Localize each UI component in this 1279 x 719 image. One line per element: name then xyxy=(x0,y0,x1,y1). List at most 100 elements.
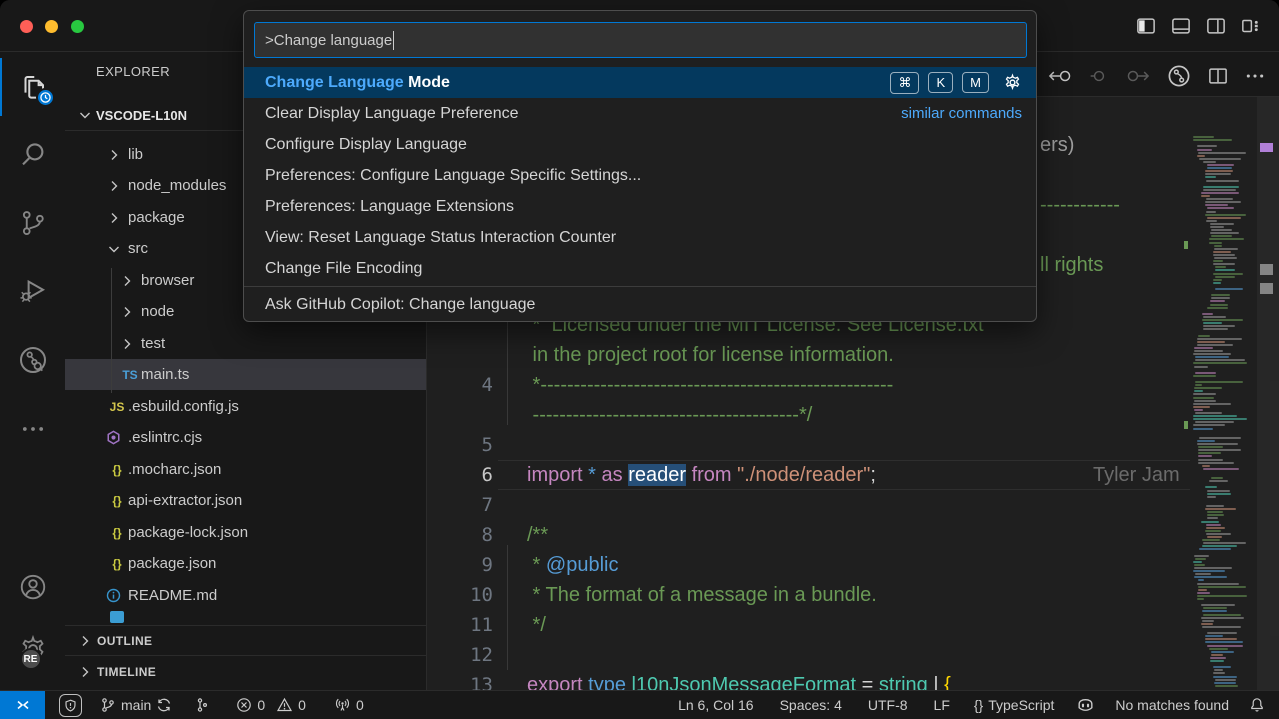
split-editor-icon[interactable] xyxy=(1207,66,1229,86)
command-item-0[interactable]: Change Language Mode⌘KM xyxy=(244,67,1036,98)
activity-manage-icon[interactable]: RE xyxy=(0,617,65,681)
navigate-indicator-icon[interactable] xyxy=(1089,67,1109,85)
tree-file-api-extractor.json[interactable]: {}api-extractor.json xyxy=(65,485,427,516)
activity-source-control-icon[interactable] xyxy=(0,191,65,255)
typescript-file-icon: TS xyxy=(119,368,141,382)
clock-badge-icon xyxy=(36,88,55,107)
toggle-panel-icon[interactable] xyxy=(1171,16,1191,36)
activity-gitlens-icon[interactable] xyxy=(0,328,65,392)
command-item-2[interactable]: Configure Display Language xyxy=(244,129,1036,160)
close-button[interactable] xyxy=(20,20,33,33)
minimap-line xyxy=(1211,477,1223,479)
minimap-line xyxy=(1215,269,1235,271)
minimap-line xyxy=(1214,245,1222,247)
tree-item-label: node_modules xyxy=(128,177,226,194)
tree-file-.mocharc.json[interactable]: {}.mocharc.json xyxy=(65,454,427,485)
command-item-1[interactable]: Clear Display Language Preferencesimilar… xyxy=(244,98,1036,129)
activity-explorer-icon[interactable] xyxy=(0,55,65,119)
indentation-status[interactable]: Spaces: 4 xyxy=(774,691,848,719)
timeline-section-header[interactable]: TIMELINE xyxy=(65,655,427,687)
more-actions-icon[interactable] xyxy=(1245,67,1265,85)
traffic-lights xyxy=(20,20,92,38)
overview-ruler[interactable] xyxy=(1257,97,1279,690)
tree-folder-test[interactable]: test xyxy=(65,328,427,359)
minimap-line xyxy=(1202,313,1213,315)
problems-item[interactable]: 0 0 xyxy=(230,691,312,719)
line-number-6: 6 xyxy=(427,460,493,490)
minimap-line xyxy=(1194,409,1203,411)
navigate-forward-icon[interactable] xyxy=(1125,67,1151,85)
outline-section-header[interactable]: OUTLINE xyxy=(65,625,427,655)
encoding-status[interactable]: UTF-8 xyxy=(862,691,914,719)
overview-ruler-marker xyxy=(1260,283,1273,294)
minimap-line xyxy=(1207,645,1243,647)
command-item-5[interactable]: View: Reset Language Status Interaction … xyxy=(244,222,1036,253)
cursor-position[interactable]: Ln 6, Col 16 xyxy=(672,691,760,719)
minimap-line xyxy=(1213,282,1221,284)
minimap-line xyxy=(1193,375,1216,377)
minimap-line xyxy=(1214,682,1236,684)
zoom-button[interactable] xyxy=(71,20,84,33)
minimap-line xyxy=(1205,176,1216,178)
tree-file-main.ts[interactable]: TSmain.ts xyxy=(65,359,427,390)
tree-item-label: .esbuild.config.js xyxy=(128,398,239,415)
command-item-4[interactable]: Preferences: Language Extensions xyxy=(244,191,1036,222)
customize-layout-icon[interactable] xyxy=(1241,16,1263,36)
json-file-icon: {} xyxy=(106,494,128,508)
similar-commands-link[interactable]: similar commands xyxy=(901,105,1022,122)
tree-file-.eslintrc.cjs[interactable]: .eslintrc.cjs xyxy=(65,422,427,453)
command-input[interactable]: >Change language xyxy=(254,22,1027,58)
code-token: ers) xyxy=(1040,134,1074,156)
minimap[interactable] xyxy=(1190,97,1257,690)
tree-file-README.md[interactable]: README.md xyxy=(65,580,427,611)
notifications-bell[interactable] xyxy=(1243,691,1271,719)
branch-status-item[interactable]: main xyxy=(94,691,178,719)
minimap-line xyxy=(1198,589,1207,591)
tree-file-.esbuild.config.js[interactable]: JS.esbuild.config.js xyxy=(65,391,427,422)
code-line: in the project root for license informat… xyxy=(527,340,894,370)
timeline-history-icon[interactable] xyxy=(1167,64,1191,88)
language-mode[interactable]: {} TypeScript xyxy=(968,691,1061,719)
minimize-button[interactable] xyxy=(45,20,58,33)
remote-indicator[interactable] xyxy=(0,691,45,719)
command-item-6[interactable]: Change File Encoding xyxy=(244,253,1036,284)
tree-file-clipped[interactable] xyxy=(65,611,427,625)
workspace-trust-badge[interactable] xyxy=(53,691,88,719)
activity-search-icon[interactable] xyxy=(0,123,65,187)
radio-tower-icon xyxy=(334,697,351,713)
minimap-line xyxy=(1205,508,1236,510)
tree-file-package-lock.json[interactable]: {}package-lock.json xyxy=(65,517,427,548)
commit-graph-item[interactable] xyxy=(188,691,216,719)
navigate-back-icon[interactable] xyxy=(1047,67,1073,85)
ports-item[interactable]: 0 xyxy=(328,691,370,719)
sync-icon xyxy=(156,697,172,713)
line-number-9: 9 xyxy=(427,550,493,580)
command-item-3[interactable]: Preferences: Configure Language Specific… xyxy=(244,160,1036,191)
text-caret xyxy=(393,31,394,50)
minimap-line xyxy=(1198,459,1223,461)
activity-accounts-icon[interactable] xyxy=(0,555,65,619)
timeline-label: TIMELINE xyxy=(97,665,156,679)
copilot-status[interactable] xyxy=(1070,691,1101,719)
activity-additional-views-icon[interactable] xyxy=(0,397,65,461)
notification-status[interactable]: No matches found xyxy=(1109,691,1235,719)
configure-keybinding-gear-icon[interactable] xyxy=(1003,73,1022,92)
minimap-line xyxy=(1198,152,1246,154)
minimap-line xyxy=(1203,161,1216,163)
minimap-line xyxy=(1193,418,1247,420)
error-count: 0 xyxy=(257,697,265,713)
eol-status[interactable]: LF xyxy=(928,691,956,719)
minimap-line xyxy=(1207,490,1230,492)
keybinding-chip: K xyxy=(928,72,953,93)
code-token: type xyxy=(588,674,626,690)
minimap-line xyxy=(1206,198,1233,200)
toggle-secondary-sidebar-icon[interactable] xyxy=(1206,16,1226,36)
tree-file-package.json[interactable]: {}package.json xyxy=(65,548,427,579)
minimap-line xyxy=(1198,579,1204,581)
braces-icon: {} xyxy=(974,697,983,713)
minimap-line xyxy=(1193,415,1237,417)
toggle-primary-sidebar-icon[interactable] xyxy=(1136,16,1156,36)
command-item-7[interactable]: Ask GitHub Copilot: Change language xyxy=(244,289,1036,320)
code-line: * The format of a message in a bundle. xyxy=(527,580,877,610)
activity-run-and-debug-icon[interactable] xyxy=(0,259,65,323)
